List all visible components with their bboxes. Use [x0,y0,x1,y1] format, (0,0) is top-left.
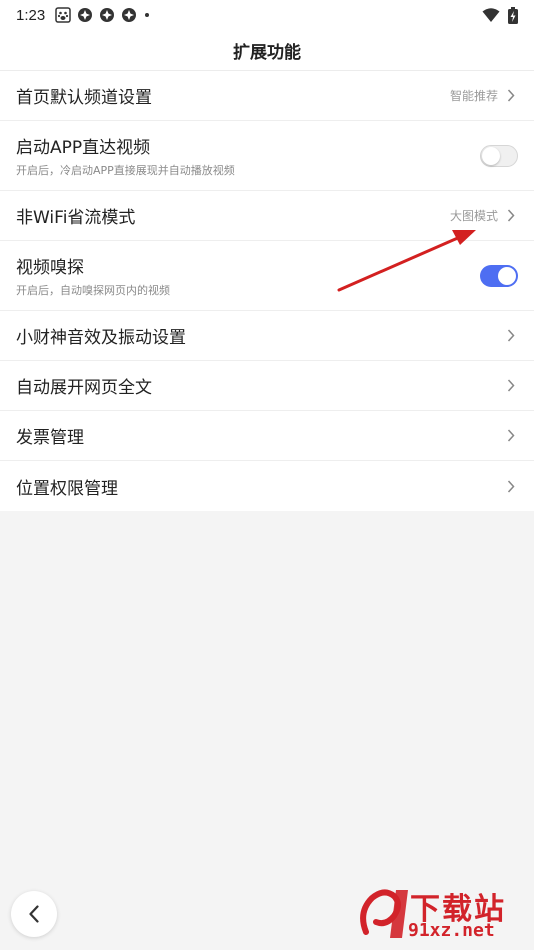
chevron-right-icon [504,379,518,393]
chevron-right-icon [504,89,518,103]
baidu-icon [55,7,71,23]
top-panel: 1:23 扩展功能 首页默认频道设置 智能推荐 启动APP直达视频 开启后，冷启… [0,0,534,511]
title-bar: 扩展功能 [0,30,534,71]
toggle-knob [482,146,500,165]
chevron-right-icon [504,209,518,223]
chevron-right-icon [504,429,518,443]
setting-launch-direct-video: 启动APP直达视频 开启后，冷启动APP直接展现并自动播放视频 [0,121,534,191]
setting-home-default-channel[interactable]: 首页默认频道设置 智能推荐 [0,71,534,121]
setting-label: 位置权限管理 [16,478,118,499]
setting-location-permission[interactable]: 位置权限管理 [0,461,534,511]
setting-label: 非WiFi省流模式 [16,208,136,228]
watermark-url: 91xz.net [408,920,495,941]
setting-label: 启动APP直达视频 [16,138,151,158]
wifi-icon [482,8,500,22]
row-text: 发票管理 [16,423,504,448]
setting-auto-expand-fulltext[interactable]: 自动展开网页全文 [0,361,534,411]
row-text: 自动展开网页全文 [16,373,504,398]
dot-icon [145,13,150,17]
battery-charging-icon [508,6,518,24]
pinwheel-icon [78,8,93,22]
row-text: 小财神音效及振动设置 [16,323,504,348]
setting-label: 首页默认频道设置 [16,88,152,108]
pinwheel-icon [100,8,115,22]
setting-label: 视频嗅探 [16,258,84,278]
row-text: 视频嗅探 开启后，自动嗅探网页内的视频 [16,253,480,298]
page-title: 扩展功能 [233,42,301,63]
watermark-logo-icon [360,889,408,938]
status-notification-icons [55,7,151,23]
setting-value: 智能推荐 [449,89,498,103]
setting-label: 小财神音效及振动设置 [16,328,186,348]
row-text: 首页默认频道设置 [16,83,450,108]
row-text: 启动APP直达视频 开启后，冷启动APP直接展现并自动播放视频 [16,133,480,178]
launch-direct-video-toggle[interactable] [480,144,518,167]
setting-description: 开启后，冷启动APP直接展现并自动播放视频 [16,164,235,177]
chevron-right-icon [504,329,518,343]
chevron-right-icon [504,479,518,493]
setting-value: 大图模式 [449,209,498,223]
row-text: 位置权限管理 [16,474,504,499]
back-button[interactable] [11,891,57,937]
settings-list: 首页默认频道设置 智能推荐 启动APP直达视频 开启后，冷启动APP直接展现并自… [0,71,534,511]
toggle-knob [498,266,516,285]
video-sniffing-toggle[interactable] [480,264,518,287]
setting-invoice-management[interactable]: 发票管理 [0,411,534,461]
setting-description: 开启后，自动嗅探网页内的视频 [16,284,170,297]
row-text: 非WiFi省流模式 [16,203,450,228]
status-system-icons [482,6,518,24]
setting-video-sniffing: 视频嗅探 开启后，自动嗅探网页内的视频 [0,241,534,311]
chevron-left-icon [29,905,39,923]
setting-sound-vibration[interactable]: 小财神音效及振动设置 [0,311,534,361]
site-watermark: 下载站 91xz.net [358,882,528,946]
status-time: 1:23 [16,6,46,24]
pinwheel-icon [122,8,137,22]
setting-label: 发票管理 [16,428,84,448]
setting-non-wifi-data-saver[interactable]: 非WiFi省流模式 大图模式 [0,191,534,241]
setting-label: 自动展开网页全文 [16,378,152,398]
status-bar: 1:23 [0,0,534,30]
